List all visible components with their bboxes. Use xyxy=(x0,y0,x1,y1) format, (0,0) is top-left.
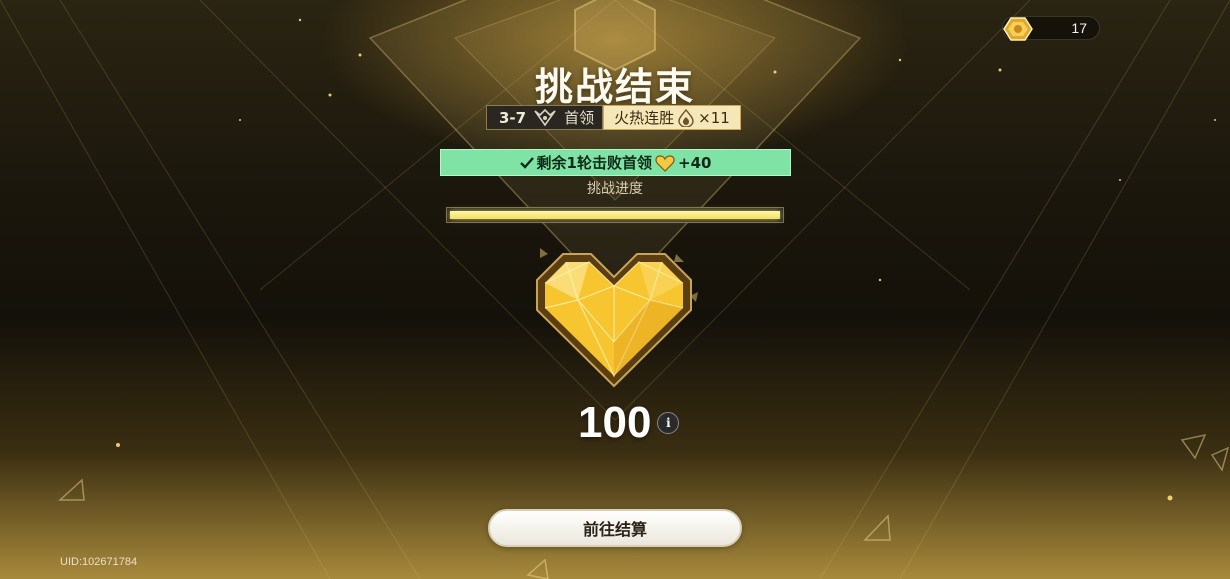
progress-label: 挑战进度 xyxy=(587,181,643,197)
page-title: 挑战结束 xyxy=(534,65,695,109)
token-coin-icon xyxy=(1003,17,1033,41)
banner-bonus: +40 xyxy=(678,153,712,172)
streak-count: ×11 xyxy=(698,108,730,127)
gold-heart-icon xyxy=(536,253,692,388)
go-to-settlement-button[interactable]: 前往结算 xyxy=(488,509,742,547)
currency-counter: 17 xyxy=(1002,16,1100,41)
stage-code: 3-7 xyxy=(499,108,527,127)
info-icon[interactable]: i xyxy=(657,412,680,434)
challenge-progress-bar xyxy=(446,207,784,223)
stage-info-row: 3-7 首领 火热连胜 ×11 xyxy=(486,105,741,130)
heart-icon xyxy=(655,154,675,172)
flame-drop-icon xyxy=(678,108,694,127)
banner-text: 剩余1轮击败首领 xyxy=(536,154,652,172)
boss-defeat-banner: 剩余1轮击败首领 +40 xyxy=(440,149,791,176)
check-icon xyxy=(519,156,534,169)
boss-rank-icon xyxy=(534,108,556,126)
score-value: 100 xyxy=(578,398,652,447)
stage-box: 3-7 首领 xyxy=(486,105,604,130)
currency-value: 17 xyxy=(1071,20,1087,36)
progress-fill xyxy=(450,211,780,219)
user-id: UID:102671784 xyxy=(60,556,138,568)
score-row: 100 i xyxy=(578,398,680,448)
stage-type: 首领 xyxy=(564,109,595,127)
streak-label: 火热连胜 xyxy=(614,109,675,127)
streak-box: 火热连胜 ×11 xyxy=(603,105,741,130)
